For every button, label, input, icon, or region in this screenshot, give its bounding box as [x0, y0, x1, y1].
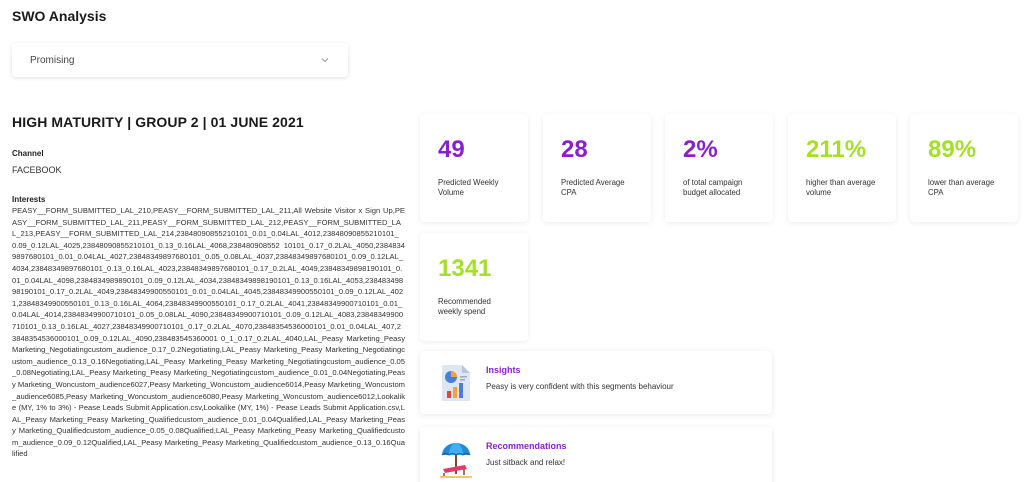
stat-label: lower than average CPA: [928, 178, 995, 197]
recommendations-card: Recommendations Just sitback and relax!: [420, 427, 772, 482]
segment-title: HIGH MATURITY | GROUP 2 | 01 JUNE 2021: [12, 114, 304, 130]
stat-card-weekly-spend: 1341 Recommended weekly spend: [420, 233, 528, 341]
stat-value: 89%: [928, 136, 977, 163]
stat-card-cpa-drop: 89% lower than average CPA: [910, 114, 1018, 222]
beach-umbrella-icon: [440, 443, 472, 478]
stat-card-weekly-volume: 49 Predicted Weekly Volume: [420, 114, 528, 222]
stat-label: Recommended weekly spend: [438, 297, 491, 316]
stat-value: 1341: [438, 255, 492, 282]
interests-value: PEASY__FORM_SUBMITTED_LAL_210,PEASY__FOR…: [12, 206, 405, 459]
insights-text: Peasy is very confident with this segmen…: [486, 382, 674, 391]
page-title: SWO Analysis: [12, 8, 107, 24]
chevron-down-icon: [321, 58, 329, 63]
stat-card-volume-lift: 211% higher than average volume: [788, 114, 896, 222]
stat-value: 49: [438, 136, 465, 163]
stat-label: of total campaign budget allocated: [683, 178, 743, 197]
channel-label: Channel: [12, 149, 44, 158]
channel-value: FACEBOOK: [12, 165, 62, 175]
stat-value: 2%: [683, 136, 718, 163]
recommendations-text: Just sitback and relax!: [486, 458, 566, 467]
insights-title: Insights: [486, 365, 521, 375]
interests-label: Interests: [12, 195, 46, 204]
recommendations-title: Recommendations: [486, 441, 567, 451]
stat-label: Predicted Average CPA: [561, 178, 625, 197]
stat-label: higher than average volume: [806, 178, 876, 197]
stat-label: Predicted Weekly Volume: [438, 178, 499, 197]
segment-filter-dropdown[interactable]: Promising: [12, 43, 348, 77]
stat-value: 28: [561, 136, 588, 163]
report-chart-icon: [442, 365, 470, 401]
stat-card-budget-share: 2% of total campaign budget allocated: [665, 114, 773, 222]
dropdown-selected-value: Promising: [30, 54, 75, 66]
insights-card: Insights Peasy is very confident with th…: [420, 351, 772, 414]
stat-value: 211%: [806, 136, 867, 163]
stat-card-average-cpa: 28 Predicted Average CPA: [543, 114, 651, 222]
